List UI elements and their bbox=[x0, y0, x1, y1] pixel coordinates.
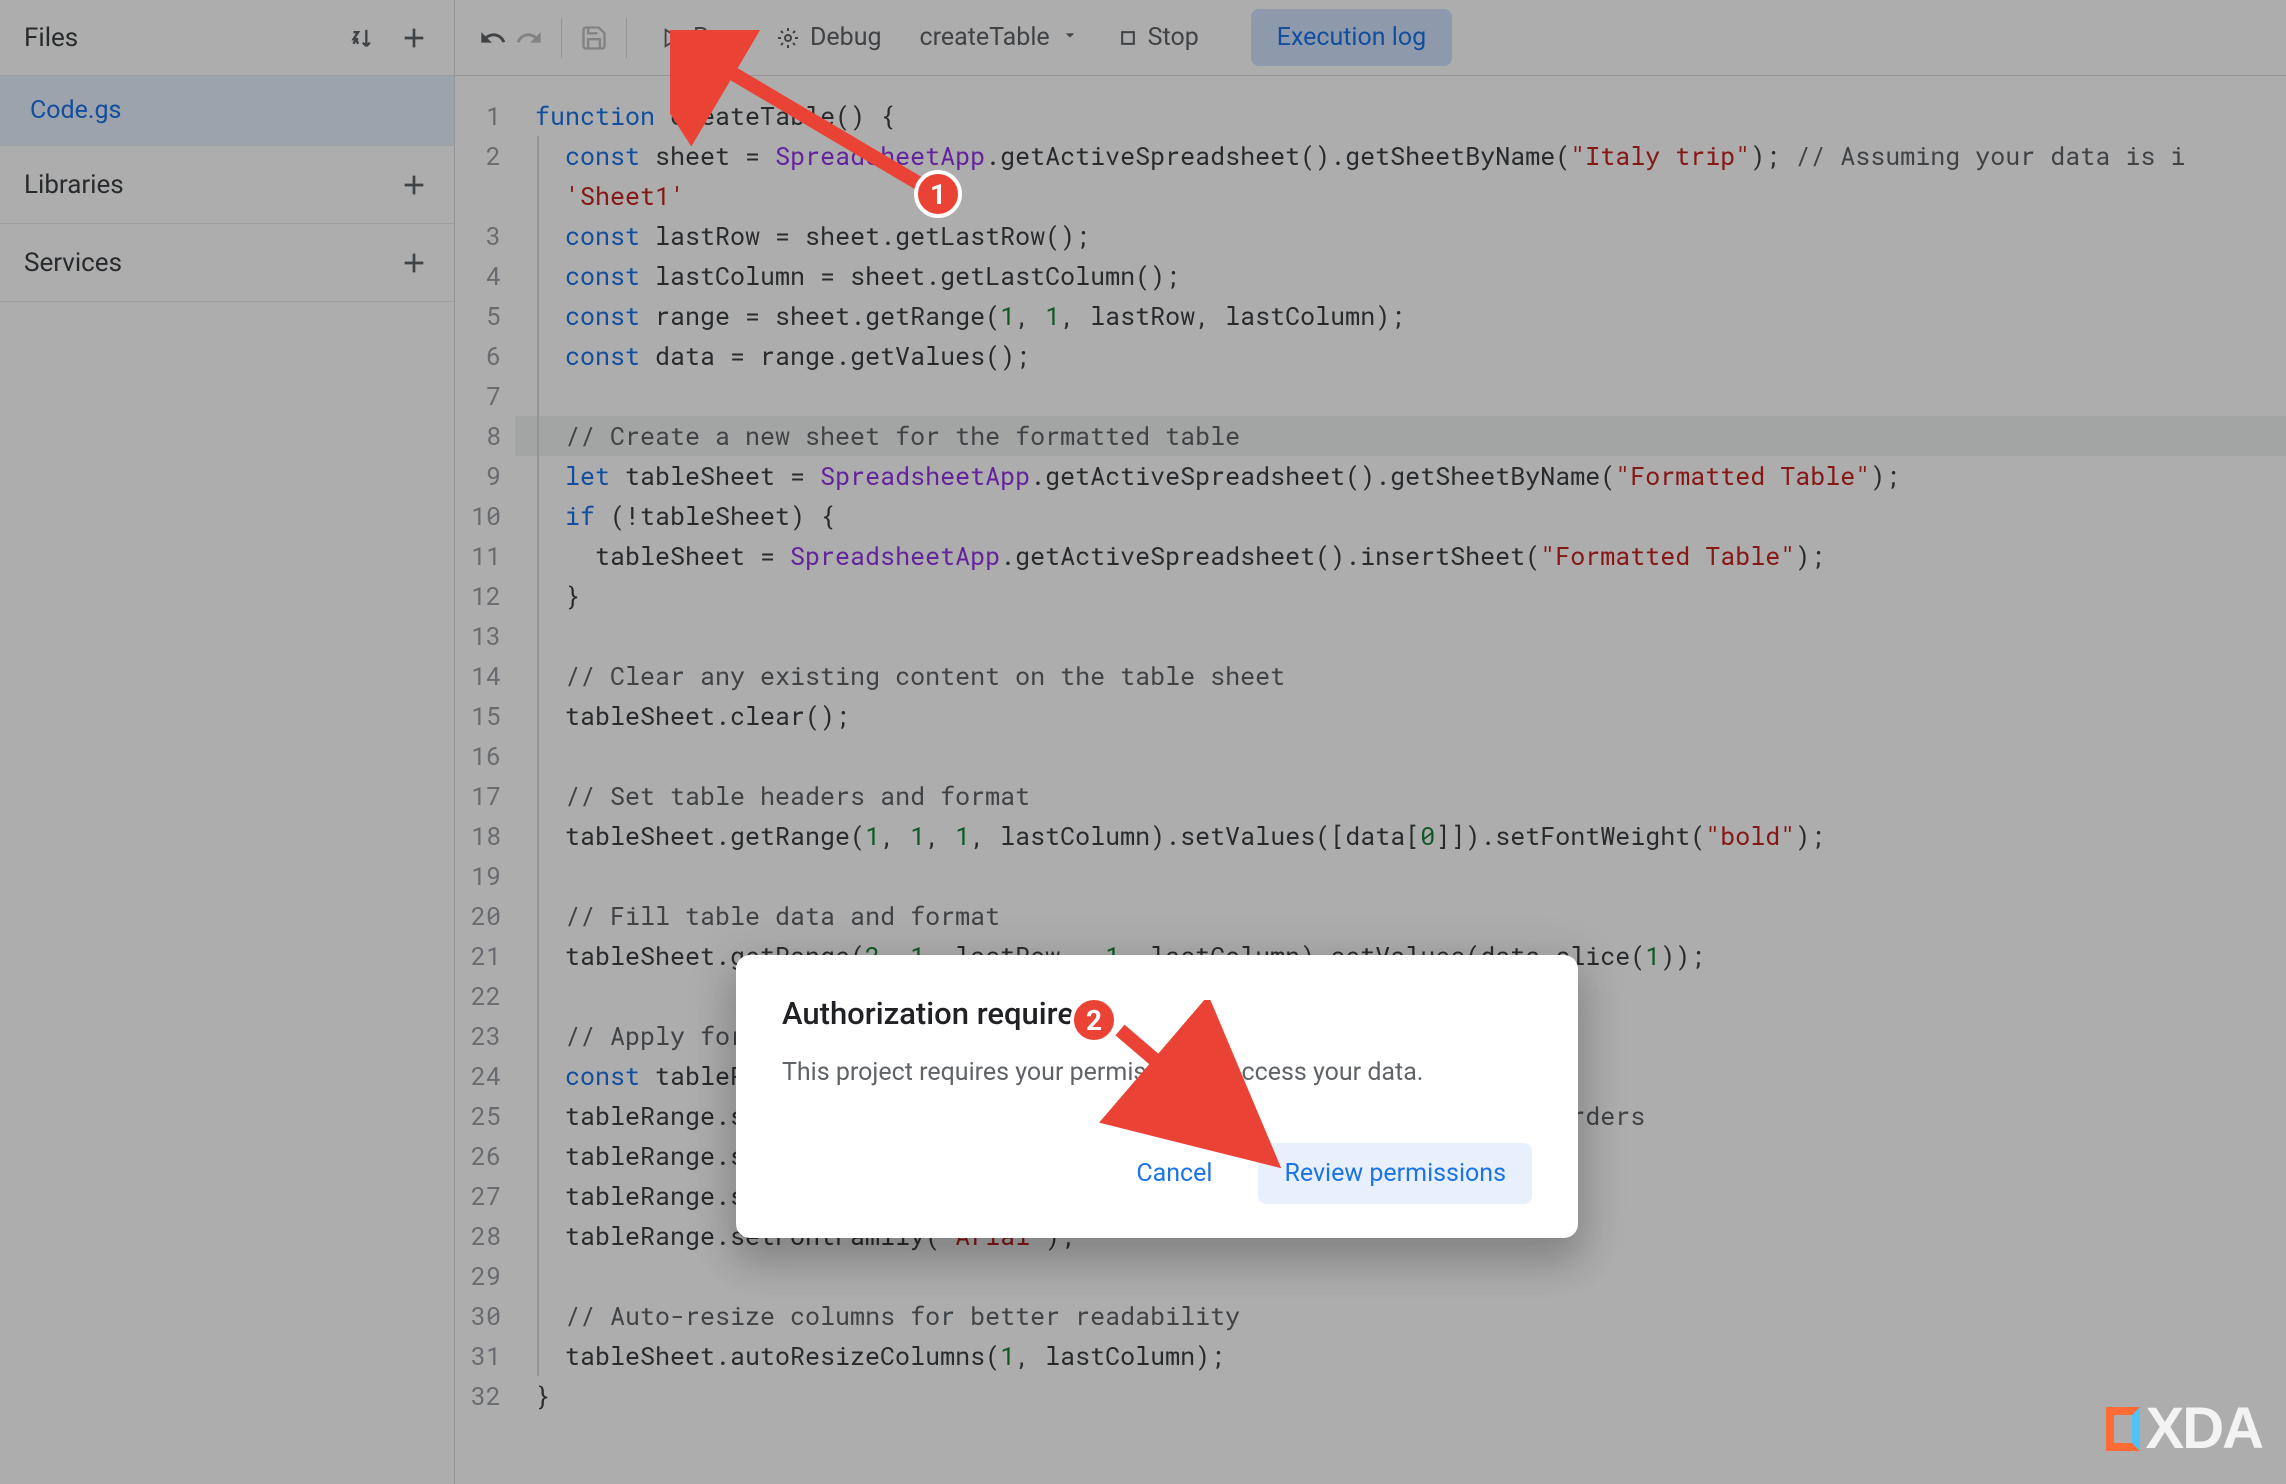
libraries-section-header: Libraries bbox=[0, 146, 454, 224]
code-line[interactable]: } bbox=[515, 1376, 2286, 1416]
chevron-down-icon bbox=[1060, 23, 1080, 52]
line-gutter: 1234567891011121314151617181920212223242… bbox=[455, 96, 515, 1484]
code-line[interactable]: let tableSheet = SpreadsheetApp.getActiv… bbox=[515, 456, 2286, 496]
code-line[interactable]: tableSheet.clear(); bbox=[515, 696, 2286, 736]
code-line[interactable]: tableSheet = SpreadsheetApp.getActiveSpr… bbox=[515, 536, 2286, 576]
code-line[interactable]: // Clear any existing content on the tab… bbox=[515, 656, 2286, 696]
code-line[interactable]: // Fill table data and format bbox=[515, 896, 2286, 936]
code-line[interactable]: const data = range.getValues(); bbox=[515, 336, 2286, 376]
code-line[interactable]: const range = sheet.getRange(1, 1, lastR… bbox=[515, 296, 2286, 336]
code-line[interactable]: const lastColumn = sheet.getLastColumn()… bbox=[515, 256, 2286, 296]
code-content[interactable]: function createTable() { const sheet = S… bbox=[515, 96, 2286, 1484]
annotation-arrow-2 bbox=[1090, 1000, 1310, 1180]
execution-log-button[interactable]: Execution log bbox=[1251, 9, 1452, 66]
code-line[interactable]: // Set table headers and format bbox=[515, 776, 2286, 816]
code-line[interactable] bbox=[515, 376, 2286, 416]
save-icon[interactable] bbox=[580, 24, 608, 52]
annotation-badge-1: 1 bbox=[914, 170, 962, 218]
watermark: XDA bbox=[2106, 1395, 2262, 1462]
code-line[interactable] bbox=[515, 1256, 2286, 1296]
stop-button[interactable]: Stop bbox=[1102, 13, 1215, 62]
code-line[interactable]: if (!tableSheet) { bbox=[515, 496, 2286, 536]
sort-az-icon[interactable] bbox=[350, 24, 378, 52]
annotation-badge-2: 2 bbox=[1070, 996, 1118, 1044]
code-line[interactable]: } bbox=[515, 576, 2286, 616]
services-label: Services bbox=[24, 248, 122, 278]
add-service-icon[interactable] bbox=[398, 247, 430, 279]
code-editor[interactable]: 1234567891011121314151617181920212223242… bbox=[455, 76, 2286, 1484]
services-section-header: Services bbox=[0, 224, 454, 302]
code-line[interactable]: tableSheet.getRange(1, 1, 1, lastColumn)… bbox=[515, 816, 2286, 856]
undo-icon[interactable] bbox=[479, 24, 507, 52]
code-line[interactable]: // Auto-resize columns for better readab… bbox=[515, 1296, 2286, 1336]
stop-icon bbox=[1118, 28, 1138, 48]
add-file-icon[interactable] bbox=[398, 22, 430, 54]
files-section-header: Files bbox=[0, 0, 454, 76]
add-library-icon[interactable] bbox=[398, 169, 430, 201]
code-line[interactable]: tableSheet.autoResizeColumns(1, lastColu… bbox=[515, 1336, 2286, 1376]
files-label: Files bbox=[24, 23, 78, 53]
redo-icon[interactable] bbox=[515, 24, 543, 52]
file-item-code-gs[interactable]: Code.gs bbox=[0, 76, 454, 146]
libraries-label: Libraries bbox=[24, 170, 124, 200]
code-line[interactable] bbox=[515, 736, 2286, 776]
code-line[interactable] bbox=[515, 856, 2286, 896]
sidebar: Files Code.gs Libraries Services bbox=[0, 0, 455, 1484]
code-line[interactable]: // Create a new sheet for the formatted … bbox=[515, 416, 2286, 456]
code-line[interactable] bbox=[515, 616, 2286, 656]
